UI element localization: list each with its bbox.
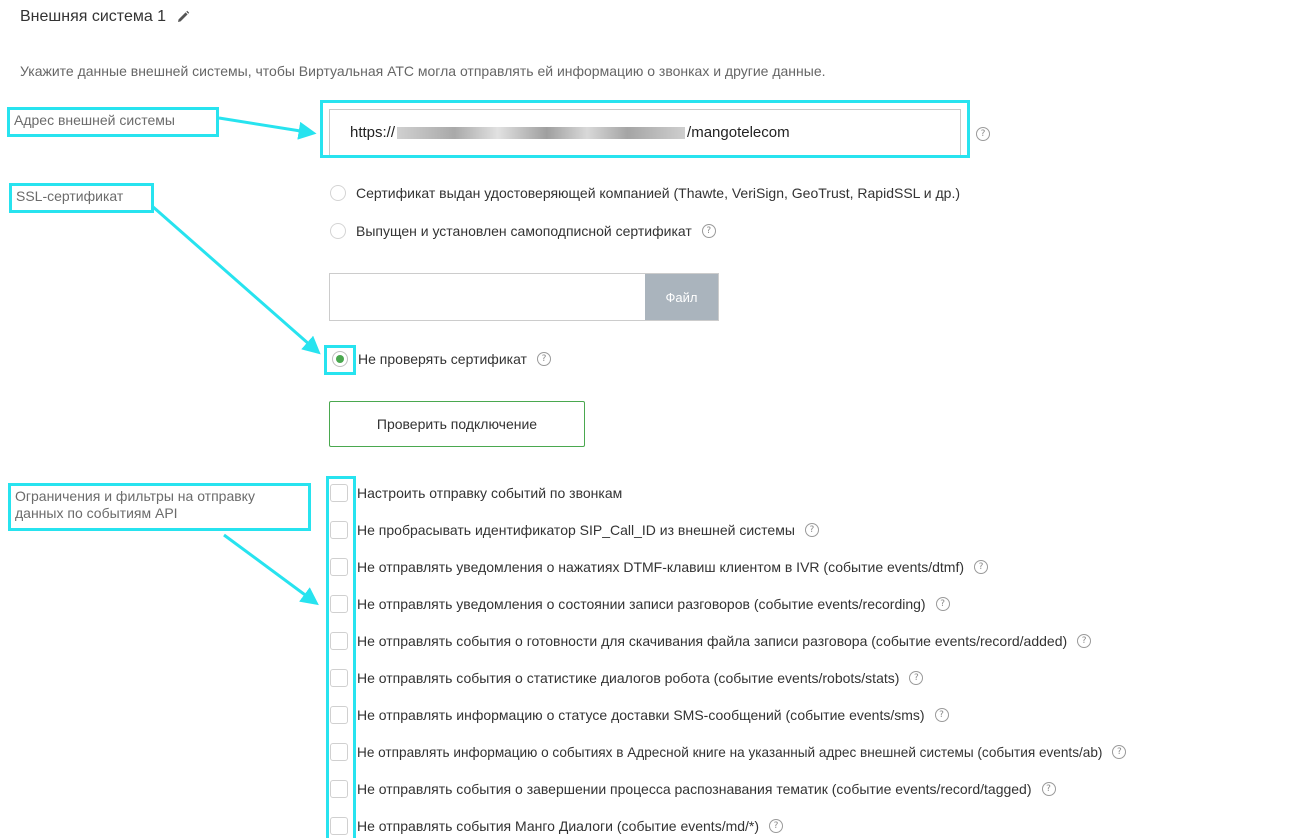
checkbox[interactable] (330, 632, 348, 650)
checkbox-row: Не отправлять уведомления о нажатиях DTM… (357, 557, 989, 577)
checkbox[interactable] (330, 706, 348, 724)
checkbox-row: Не отправлять уведомления о состоянии за… (357, 594, 950, 614)
checkbox-label: Не отправлять информацию о событиях в Ад… (357, 744, 1103, 760)
arrow-address (218, 116, 317, 140)
ssl-option-no-check[interactable]: Не проверять сертификат ? (332, 351, 551, 367)
annotation-ssl: SSL-сертификат (9, 183, 154, 213)
help-icon[interactable]: ? (935, 597, 950, 611)
help-icon[interactable]: ? (976, 127, 990, 141)
checkbox[interactable] (330, 558, 348, 576)
annotation-address: Адрес внешней системы (7, 107, 219, 137)
help-icon[interactable]: ? (974, 560, 989, 574)
help-icon[interactable]: ? (934, 708, 949, 722)
ssl-option-ca[interactable]: Сертификат выдан удостоверяющей компание… (330, 185, 960, 201)
checkbox[interactable] (330, 817, 348, 835)
help-icon[interactable]: ? (1112, 745, 1127, 759)
checkbox-label: Не пробрасывать идентификатор SIP_Call_I… (357, 522, 795, 538)
certificate-file-field[interactable]: Файл (329, 273, 719, 321)
checkbox[interactable] (330, 595, 348, 613)
ssl-option-label: Выпущен и установлен самоподписной серти… (356, 223, 692, 239)
radio-button-selected[interactable] (332, 351, 348, 367)
checkbox-label: Не отправлять события о статистике диало… (357, 670, 900, 686)
checkbox-label: Настроить отправку событий по звонкам (357, 485, 623, 501)
checkbox[interactable] (330, 669, 348, 687)
radio-button[interactable] (330, 185, 346, 201)
ssl-option-label: Сертификат выдан удостоверяющей компание… (356, 185, 961, 201)
external-system-address-field: https:// /mangotelecom (320, 100, 970, 158)
checkbox-label: Не отправлять события Манго Диалоги (соб… (357, 818, 760, 834)
checkbox[interactable] (330, 521, 348, 539)
help-icon[interactable]: ? (536, 352, 551, 366)
ssl-option-label: Не проверять сертификат (358, 351, 527, 367)
checkbox-row: Не отправлять события Манго Диалоги (соб… (357, 816, 784, 836)
checkbox-row: Не отправлять события о готовности для с… (357, 631, 1092, 651)
external-system-address-input[interactable]: https:// /mangotelecom (329, 109, 961, 155)
checkbox-label: Не отправлять уведомления о нажатиях DTM… (357, 559, 965, 575)
checkbox-row: Не отправлять события о завершении проце… (357, 779, 1056, 799)
help-icon[interactable]: ? (1041, 782, 1056, 796)
ssl-option-self-signed[interactable]: Выпущен и установлен самоподписной серти… (330, 223, 716, 239)
checkbox-label: Не отправлять события о готовности для с… (357, 633, 1068, 649)
annotation-filters: Ограничения и фильтры на отправку данных… (8, 483, 311, 531)
checkbox-row: Не отправлять информацию о статусе доста… (357, 705, 949, 725)
help-icon[interactable]: ? (804, 523, 819, 537)
checkbox-label: Не отправлять уведомления о состоянии за… (357, 596, 926, 612)
help-icon[interactable]: ? (701, 224, 716, 238)
checkbox-row: Не отправлять информацию о событиях в Ад… (357, 742, 1127, 762)
checkbox-row: Не пробрасывать идентификатор SIP_Call_I… (357, 520, 819, 540)
redacted-address-part (397, 126, 686, 139)
radio-button[interactable] (330, 223, 346, 239)
checkbox-label: Не отправлять события о завершении проце… (357, 781, 1032, 797)
test-connection-button[interactable]: Проверить подключение (329, 401, 585, 447)
checkbox-label: Не отправлять информацию о статусе доста… (357, 707, 925, 723)
address-prefix: https:// (350, 124, 396, 141)
checkbox-row: Настроить отправку событий по звонкам (357, 483, 622, 503)
address-suffix: /mangotelecom (687, 124, 790, 141)
arrow-ssl (151, 204, 321, 355)
arrow-filters (223, 533, 319, 606)
help-icon[interactable]: ? (1077, 634, 1092, 648)
checkbox[interactable] (330, 743, 348, 761)
checkbox-row: Не отправлять события о статистике диало… (357, 668, 924, 688)
checkbox[interactable] (330, 484, 348, 502)
file-button[interactable]: Файл (645, 274, 718, 320)
help-icon[interactable]: ? (769, 819, 784, 833)
checkbox[interactable] (330, 780, 348, 798)
help-icon[interactable]: ? (909, 671, 924, 685)
